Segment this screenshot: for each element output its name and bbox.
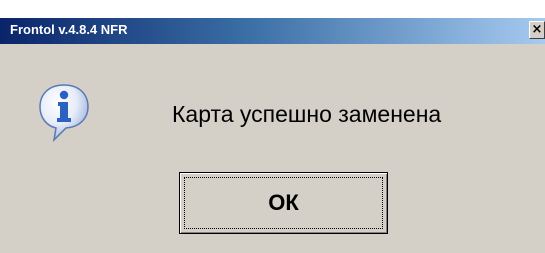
ok-button[interactable]: ОК — [179, 172, 388, 234]
message-text: Карта успешно заменена — [172, 101, 442, 127]
close-icon: × — [531, 22, 543, 37]
window-title: Frontol v.4.8.4 NFR — [10, 22, 128, 37]
info-icon — [39, 84, 89, 142]
close-button[interactable]: × — [529, 21, 545, 39]
ok-button-label: ОК — [268, 190, 299, 215]
title-bar[interactable]: Frontol v.4.8.4 NFR × — [0, 18, 545, 44]
message-dialog: Frontol v.4.8.4 NFR × Карта успешно заме… — [0, 18, 545, 253]
